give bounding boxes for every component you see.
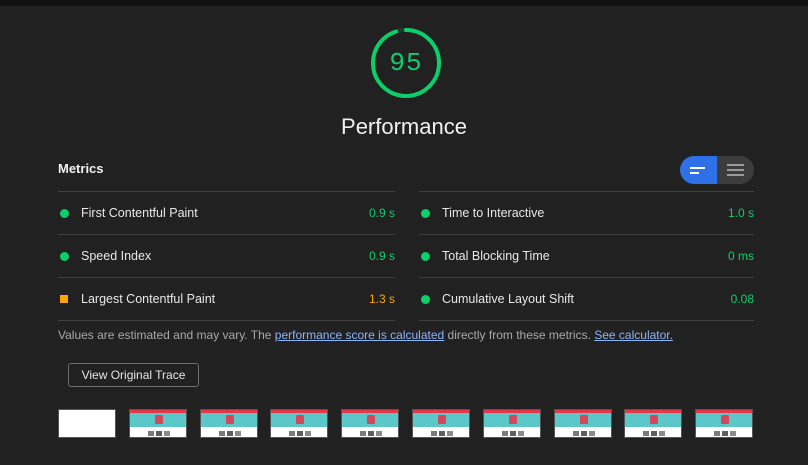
metric-name: First Contentful Paint [81,206,198,220]
estimate-note: Values are estimated and may vary. The p… [58,328,673,342]
metric-name: Time to Interactive [442,206,545,220]
score-label: Performance [341,114,467,139]
top-divider [0,0,808,6]
metric-value: 1.0 s [727,206,754,220]
view-toggle[interactable] [680,156,754,184]
pass-indicator-icon [421,294,430,304]
average-indicator-icon [60,295,68,303]
expanded-list-icon [727,161,744,179]
pass-indicator-icon [421,251,430,261]
metrics-column-right: Time to Interactive 1.0 s Total Blocking… [419,191,754,321]
performance-score-gauge: 95 [370,27,442,99]
pass-indicator-icon [60,208,69,218]
pass-indicator-icon [60,251,69,261]
metric-row: Cumulative Layout Shift 0.08 [419,277,754,321]
metric-value: 0.9 s [368,249,395,263]
metric-value: 0 ms [727,249,754,263]
filmstrip-frame [270,409,328,438]
score-calculation-link[interactable]: performance score is calculated [275,328,444,342]
metric-row: First Contentful Paint 0.9 s [58,191,395,234]
see-calculator-link[interactable]: See calculator. [594,328,673,342]
metric-value: 0.9 s [368,206,395,220]
metric-row: Total Blocking Time 0 ms [419,234,754,277]
metric-name: Largest Contentful Paint [81,292,216,306]
metric-name: Cumulative Layout Shift [442,292,575,306]
pass-indicator-icon [421,208,430,218]
metric-name: Total Blocking Time [442,249,550,263]
filmstrip-frame [624,409,682,438]
filmstrip-frame [58,409,116,438]
note-middle: directly from these metrics. [444,328,595,342]
filmstrip-frame [341,409,399,438]
metric-row: Largest Contentful Paint 1.3 s [58,277,395,321]
filmstrip-frame [129,409,187,438]
summary-view-button[interactable] [680,156,717,184]
score-value: 95 [389,48,423,78]
filmstrip-frame [554,409,612,438]
filmstrip-frame [200,409,258,438]
filmstrip-frame [412,409,470,438]
metric-value: 0.08 [730,292,754,306]
metric-row: Speed Index 0.9 s [58,234,395,277]
compact-list-icon [690,164,707,177]
metric-name: Speed Index [81,249,152,263]
metric-value: 1.3 s [368,292,395,306]
metrics-heading: Metrics [58,161,104,176]
metrics-column-left: First Contentful Paint 0.9 s Speed Index… [58,191,395,321]
metric-row: Time to Interactive 1.0 s [419,191,754,234]
filmstrip-frame [483,409,541,438]
view-original-trace-button[interactable]: View Original Trace [68,363,199,387]
note-prefix: Values are estimated and may vary. The [58,328,275,342]
detailed-view-button[interactable] [717,156,754,184]
filmstrip-frame [695,409,753,438]
